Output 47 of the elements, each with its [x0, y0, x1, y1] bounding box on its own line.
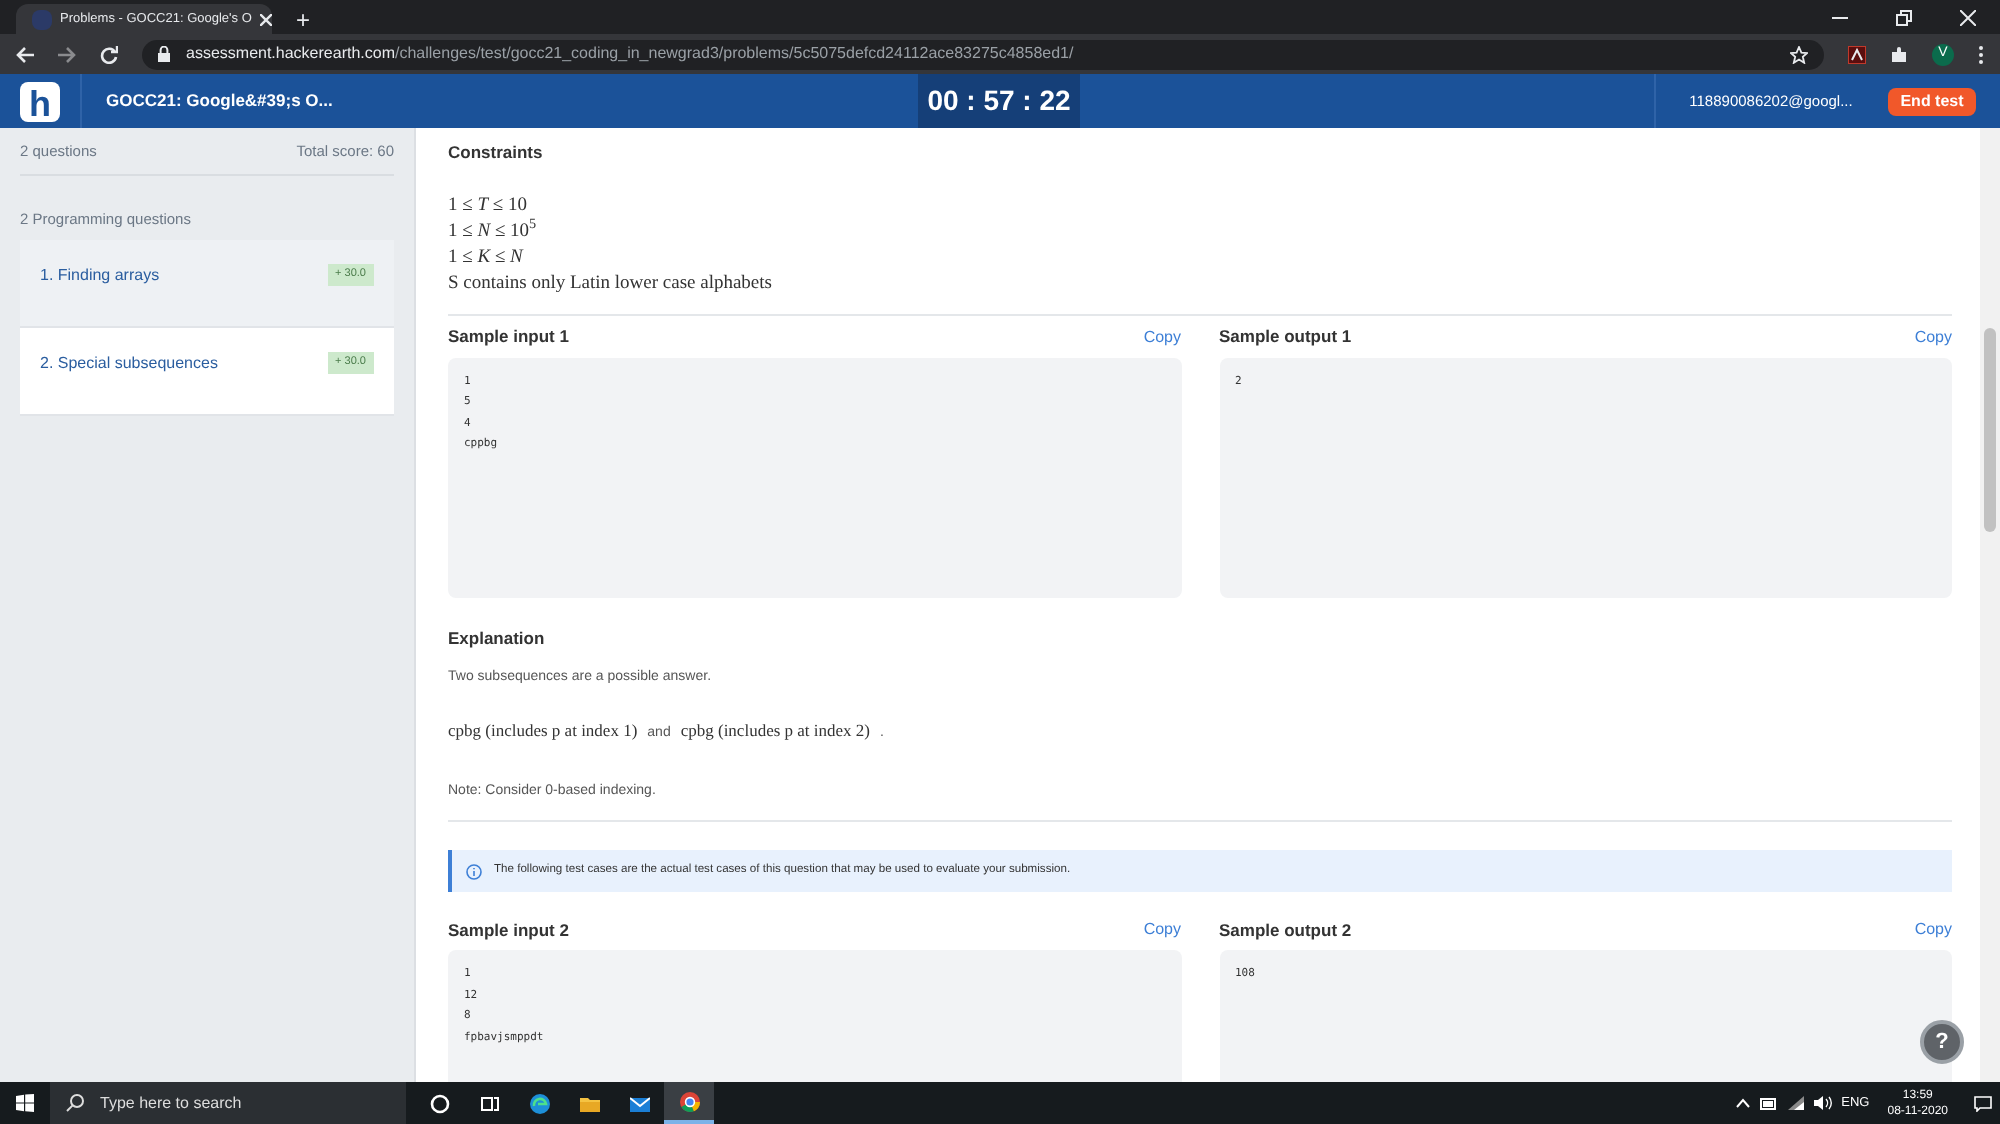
folder-icon[interactable] — [579, 1093, 599, 1113]
url-text: assessment.hackerearth.com/challenges/test/gocc21_coding_in_newgrad3/problems/5c5075defcd24112ace83275c4858ed1/ — [186, 42, 1076, 66]
chevron-up-icon[interactable] — [1735, 1098, 1750, 1108]
search-icon — [66, 1094, 84, 1112]
sample-title: Sample input 2 — [448, 917, 569, 943]
test-title: GOCC21: Google&#39;s O... — [104, 88, 335, 114]
constraint-text: 1 ≤ T ≤ 10 — [448, 193, 529, 220]
windows-icon[interactable] — [16, 1094, 34, 1112]
sample-title: Sample output 2 — [1219, 917, 1352, 943]
task-view-icon[interactable] — [479, 1093, 499, 1113]
close-icon[interactable] — [1960, 9, 1976, 25]
new-tab-button[interactable]: + — [296, 8, 311, 32]
constraint-text: 1 ≤ K ≤ N — [448, 245, 526, 272]
scrollbar-thumb[interactable] — [1984, 328, 1996, 532]
sample-title: Sample output 1 — [1219, 324, 1352, 351]
constraint-text: S contains only Latin lower case alphabets — [448, 271, 774, 298]
countdown-timer: 00 : 57 : 22 — [918, 74, 1080, 128]
search-placeholder: Type here to search — [100, 1091, 242, 1115]
copy-link[interactable]: Copy — [1914, 325, 1952, 350]
math-text: cpbg (includes p at index 1) — [448, 718, 638, 744]
pdf-icon[interactable] — [1848, 45, 1866, 63]
math-text: cpbg (includes p at index 2) — [680, 718, 870, 744]
mail-icon[interactable] — [629, 1093, 649, 1113]
more-icon[interactable] — [1978, 45, 1984, 63]
forward-icon[interactable] — [58, 45, 76, 63]
star-icon[interactable] — [1790, 45, 1808, 63]
chrome-icon[interactable] — [679, 1091, 699, 1111]
speaker-icon[interactable] — [1813, 1096, 1832, 1110]
copy-link[interactable]: Copy — [1143, 918, 1181, 942]
constraint-text: 1 ≤ N ≤ 10$^{5}$ — [448, 219, 539, 246]
info-icon — [466, 863, 482, 879]
end-test-button[interactable]: End test — [1888, 87, 1976, 115]
logo: h — [20, 81, 60, 121]
sample-title: Sample input 1 — [448, 324, 569, 351]
close-icon[interactable] — [259, 13, 272, 25]
reload-icon[interactable] — [100, 45, 118, 63]
taskbar-search-field[interactable]: Type here to search — [50, 1082, 406, 1124]
battery-icon[interactable] — [1759, 1097, 1778, 1109]
address-bar[interactable]: assessment.hackerearth.com/challenges/test/gocc21_coding_in_newgrad3/problems/5c5075defcd24112ace83275c4858ed1/ — [142, 39, 1824, 69]
section-heading: Constraints — [448, 140, 545, 166]
copy-link[interactable]: Copy — [1914, 918, 1952, 942]
back-icon[interactable] — [16, 45, 34, 63]
copy-link[interactable]: Copy — [1143, 325, 1181, 350]
lock-icon — [158, 46, 170, 62]
section-heading: Explanation — [448, 625, 547, 651]
notification-icon[interactable] — [1974, 1095, 1992, 1111]
restore-icon[interactable] — [1896, 9, 1912, 25]
